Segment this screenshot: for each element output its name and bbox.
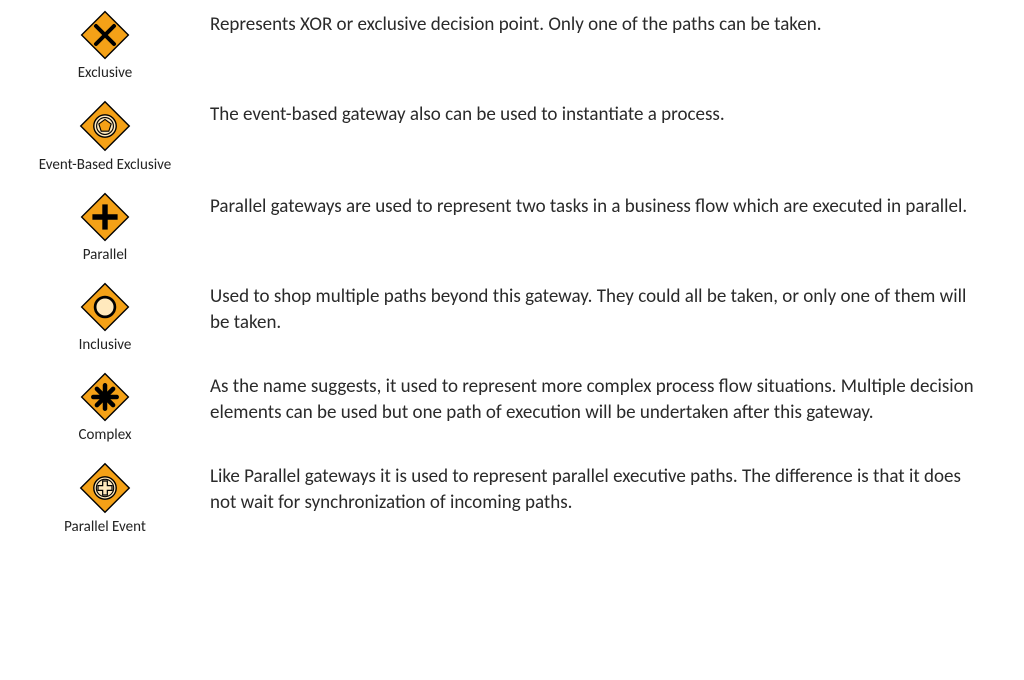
gateway-desc-col: Used to shop multiple paths beyond this … xyxy=(210,280,1024,335)
gateway-desc-col: Like Parallel gateways it is used to rep… xyxy=(210,460,1024,515)
parallel-gateway-icon xyxy=(78,190,132,244)
gateway-desc-col: The event-based gateway also can be used… xyxy=(210,98,1024,128)
gateway-label: Inclusive xyxy=(79,336,132,354)
gateway-desc: As the name suggests, it used to represe… xyxy=(210,374,984,425)
gateway-desc-col: Represents XOR or exclusive decision poi… xyxy=(210,8,1024,38)
gateway-icon-col: Complex xyxy=(0,370,210,444)
gateway-row-parallel-event: Parallel Event Like Parallel gateways it… xyxy=(0,452,1024,544)
parallel-event-gateway-icon xyxy=(77,460,133,516)
gateway-label: Parallel Event xyxy=(64,518,146,536)
gateway-desc: Used to shop multiple paths beyond this … xyxy=(210,284,984,335)
gateway-desc: The event-based gateway also can be used… xyxy=(210,102,984,128)
gateway-icon-col: Inclusive xyxy=(0,280,210,354)
gateway-desc: Represents XOR or exclusive decision poi… xyxy=(210,12,984,38)
gateway-desc: Like Parallel gateways it is used to rep… xyxy=(210,464,984,515)
gateway-row-parallel: Parallel Parallel gateways are used to r… xyxy=(0,182,1024,272)
gateway-icon-col: Parallel Event xyxy=(0,460,210,536)
gateway-row-exclusive: Exclusive Represents XOR or exclusive de… xyxy=(0,0,1024,90)
exclusive-gateway-icon xyxy=(78,8,132,62)
gateway-label: Complex xyxy=(79,426,132,444)
complex-gateway-icon xyxy=(78,370,132,424)
gateway-desc-col: Parallel gateways are used to represent … xyxy=(210,190,1024,220)
gateway-row-complex: Complex As the name suggests, it used to… xyxy=(0,362,1024,452)
gateway-icon-col: Exclusive xyxy=(0,8,210,82)
gateway-row-event-based-exclusive: Event-Based Exclusive The event-based ga… xyxy=(0,90,1024,182)
gateway-desc-col: As the name suggests, it used to represe… xyxy=(210,370,1024,425)
event-based-exclusive-gateway-icon xyxy=(77,98,133,154)
gateway-label: Event-Based Exclusive xyxy=(39,156,171,174)
inclusive-gateway-icon xyxy=(78,280,132,334)
gateway-label: Exclusive xyxy=(78,64,133,82)
gateway-row-inclusive: Inclusive Used to shop multiple paths be… xyxy=(0,272,1024,362)
gateway-icon-col: Event-Based Exclusive xyxy=(0,98,210,174)
gateway-label: Parallel xyxy=(83,246,128,264)
gateway-desc: Parallel gateways are used to represent … xyxy=(210,194,984,220)
gateway-icon-col: Parallel xyxy=(0,190,210,264)
